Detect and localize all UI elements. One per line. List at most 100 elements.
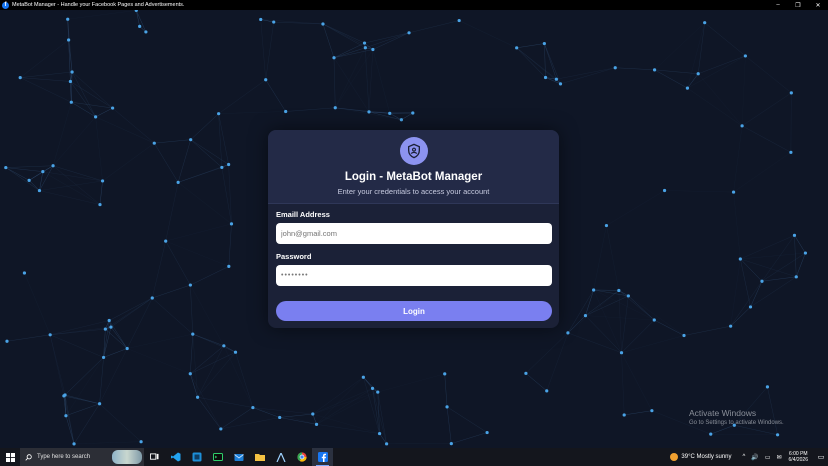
- shield-icon: [400, 137, 428, 165]
- network-node: [729, 324, 733, 328]
- network-link: [52, 165, 103, 182]
- network-node: [67, 38, 71, 42]
- taskbar: Type here to search 39°C Mostly sunny ^ …: [0, 448, 828, 466]
- network-link: [516, 43, 545, 49]
- vscode-icon[interactable]: [165, 448, 186, 466]
- network-node: [515, 46, 519, 50]
- clock[interactable]: 6:00 PM 6/4/2026: [789, 451, 808, 463]
- network-link: [730, 306, 751, 327]
- network-node: [5, 339, 9, 343]
- close-button[interactable]: ✕: [808, 0, 828, 10]
- login-button[interactable]: Login: [276, 301, 552, 321]
- network-link: [52, 102, 72, 166]
- message-icon[interactable]: ✉: [777, 454, 782, 461]
- network-link: [190, 266, 229, 286]
- network-link: [165, 182, 179, 242]
- network-node: [682, 333, 686, 338]
- network-node: [407, 31, 411, 35]
- network-node: [371, 47, 375, 52]
- network-link: [698, 55, 746, 75]
- network-link: [28, 180, 40, 191]
- email-field[interactable]: [276, 223, 552, 244]
- weather-widget[interactable]: 39°C Mostly sunny: [670, 453, 732, 461]
- network-node: [760, 279, 764, 283]
- network-link: [190, 345, 225, 374]
- network-link: [683, 325, 731, 336]
- network-node: [449, 441, 453, 446]
- network-node: [284, 109, 288, 114]
- app-icon[interactable]: [186, 448, 207, 466]
- title-bar: f MetaBot Manager - Handle your Facebook…: [0, 0, 828, 10]
- network-link: [567, 332, 622, 353]
- network-link: [165, 241, 191, 286]
- chrome-icon[interactable]: [291, 448, 312, 466]
- volume-icon[interactable]: 🔊: [751, 454, 758, 461]
- network-link: [177, 139, 191, 183]
- network-link: [312, 413, 380, 434]
- network-link: [704, 22, 746, 57]
- network-link: [5, 167, 40, 191]
- network-link: [65, 415, 75, 444]
- network-node: [321, 22, 325, 26]
- network-node: [362, 41, 367, 45]
- network-node: [652, 318, 656, 322]
- watermark-subtitle: Go to Settings to activate Windows.: [689, 420, 784, 426]
- network-node: [738, 257, 742, 261]
- network-link: [190, 113, 219, 140]
- network-link: [733, 192, 741, 259]
- network-link: [593, 289, 622, 353]
- task-view-icon[interactable]: [144, 448, 165, 466]
- network-node: [333, 106, 337, 110]
- network-node: [41, 170, 45, 174]
- network-link: [152, 284, 191, 299]
- network-link: [197, 397, 222, 430]
- email-label: Emaill Address: [276, 210, 330, 219]
- mail-icon[interactable]: [228, 448, 249, 466]
- window-controls: – ❐ ✕: [768, 0, 828, 10]
- network-link: [99, 180, 103, 205]
- network-link: [260, 19, 323, 25]
- network-link: [20, 77, 72, 103]
- network-node: [765, 385, 770, 389]
- network-link: [687, 73, 699, 89]
- network-link: [39, 190, 101, 205]
- font-app-icon[interactable]: [270, 448, 291, 466]
- network-link: [190, 285, 194, 335]
- network-link: [585, 315, 622, 353]
- network-node: [794, 275, 798, 279]
- network-node: [622, 413, 626, 417]
- network-node: [703, 21, 707, 25]
- maximize-button[interactable]: ❐: [788, 0, 808, 10]
- network-link: [654, 22, 705, 71]
- taskbar-search[interactable]: Type here to search: [20, 448, 144, 466]
- file-explorer-icon[interactable]: [249, 448, 270, 466]
- network-node: [542, 41, 546, 46]
- facebook-icon: f: [2, 1, 9, 9]
- network-link: [192, 333, 236, 353]
- network-link: [136, 10, 147, 33]
- network-link: [451, 432, 488, 444]
- minimize-button[interactable]: –: [768, 0, 788, 10]
- tray-overflow-icon[interactable]: ^: [743, 454, 746, 460]
- password-field[interactable]: ••••••••: [276, 265, 552, 286]
- network-node: [217, 112, 221, 116]
- network-link: [446, 406, 452, 444]
- network-node: [545, 389, 549, 393]
- network-node: [443, 372, 447, 376]
- facebook-app-icon[interactable]: [312, 448, 333, 466]
- terminal-icon[interactable]: [207, 448, 228, 466]
- network-link: [190, 139, 223, 168]
- network-link: [745, 55, 792, 94]
- start-button[interactable]: [0, 448, 20, 466]
- network-node: [100, 179, 105, 183]
- windows-icon: [5, 452, 15, 462]
- network-link: [73, 403, 100, 445]
- network-link: [265, 79, 286, 112]
- network-icon[interactable]: ▭: [765, 454, 771, 461]
- network-node: [150, 296, 154, 300]
- network-link: [71, 101, 113, 109]
- network-link: [52, 165, 101, 205]
- notification-icon[interactable]: ▭: [814, 448, 828, 466]
- network-link: [65, 357, 104, 416]
- network-node: [98, 202, 102, 207]
